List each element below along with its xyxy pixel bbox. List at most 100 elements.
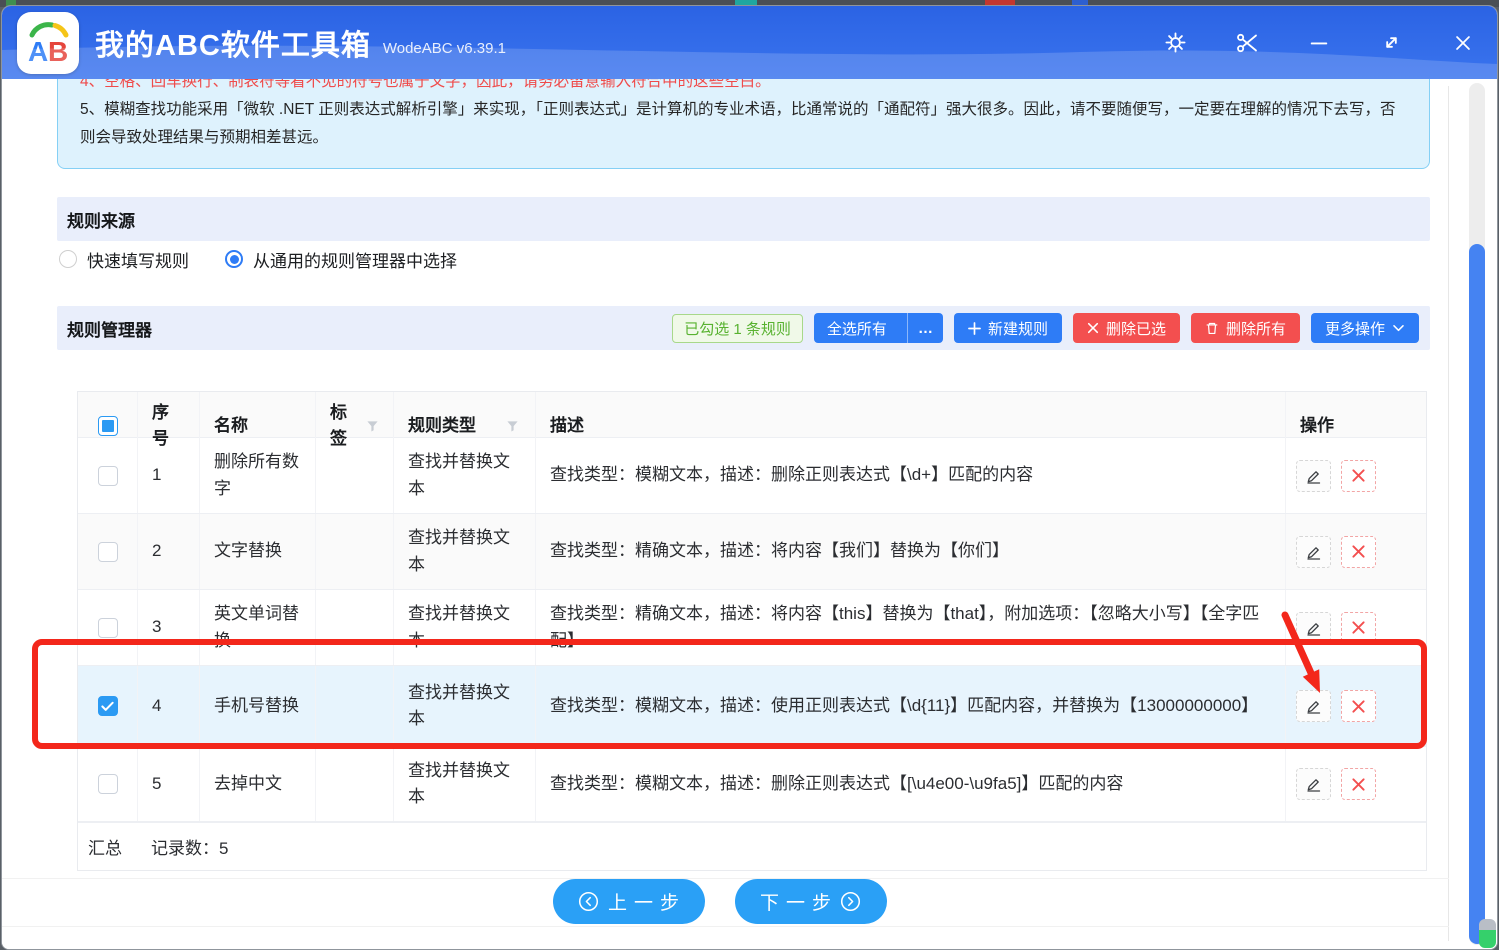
pencil-icon [1305,775,1323,793]
minimize-button[interactable] [1307,31,1331,55]
red-x-icon [1351,620,1366,635]
row-index: 2 [138,514,200,589]
radio-quick-fill-label: 快速填写规则 [87,247,189,272]
table-row[interactable]: 1 删除所有数字 查找并替换文本 查找类型：模糊文本，描述：删除正则表达式【\d… [78,438,1426,514]
row-tag [316,438,394,513]
row-name: 英文单词替换 [200,590,316,665]
row-checkbox[interactable] [98,774,118,794]
row-index: 5 [138,747,200,821]
row-type: 查找并替换文本 [394,514,536,589]
x-icon [1087,322,1099,334]
row-checkbox[interactable] [98,618,118,638]
row-index: 3 [138,590,200,665]
notice-line-5: 5、模糊查找功能采用「微软 .NET 正则表达式解析引擎」来实现，「正则表达式」… [80,96,1407,152]
rule-source-section-header: 规则来源 [57,197,1430,241]
edit-rule-button[interactable] [1296,690,1331,722]
header-type: 规则类型 [408,413,476,439]
row-tag [316,590,394,665]
corner-widget [1479,919,1496,948]
radio-on-icon [225,250,243,268]
logo-letter-b: B [48,36,68,67]
select-all-checkbox[interactable] [98,416,118,436]
screenshot-button[interactable] [1235,31,1259,55]
rule-manager-toolbar: 已勾选 1 条规则 全选所有 … 新建规则 删除已选 [672,306,1419,350]
row-tag [316,747,394,821]
table-row-selected[interactable]: 4 手机号替换 查找并替换文本 查找类型：模糊文本，描述：使用正则表达式【\d{… [78,666,1426,747]
row-type: 查找并替换文本 [394,590,536,665]
edit-rule-button[interactable] [1296,536,1331,568]
row-checkbox[interactable] [98,466,118,486]
next-step-button[interactable]: 下一步 [735,879,887,924]
gear-icon [1164,31,1187,54]
red-x-icon [1351,468,1366,483]
row-tag [316,666,394,746]
radio-from-rule-manager[interactable]: 从通用的规则管理器中选择 [225,247,457,272]
row-checkbox[interactable] [98,542,118,562]
new-rule-button[interactable]: 新建规则 [954,313,1062,343]
row-desc: 查找类型：精确文本，描述：将内容【this】替换为【that】，附加选项：【忽略… [536,590,1286,665]
prev-step-button[interactable]: 上一步 [553,879,705,924]
delete-all-button[interactable]: 删除所有 [1191,313,1300,343]
check-icon [101,701,114,712]
edit-rule-button[interactable] [1296,460,1331,492]
table-row[interactable]: 2 文字替换 查找并替换文本 查找类型：精确文本，描述：将内容【我们】替换为【你… [78,514,1426,590]
more-actions-button[interactable]: 更多操作 [1311,313,1419,343]
row-desc: 查找类型：精确文本，描述：将内容【我们】替换为【你们】 [536,514,1286,589]
vertical-scrollbar-thumb[interactable] [1469,244,1485,944]
tag-filter-icon[interactable] [366,420,379,433]
radio-quick-fill[interactable]: 快速填写规则 [59,247,189,272]
plus-icon [968,322,981,335]
row-name: 删除所有数字 [200,438,316,513]
select-all-more-button[interactable]: … [907,313,943,343]
red-x-icon [1351,699,1366,714]
row-desc: 查找类型：模糊文本，描述：删除正则表达式【[\u4e00-\u9fa5]】匹配的… [536,747,1286,821]
type-filter-icon[interactable] [506,420,519,433]
rule-source-title: 规则来源 [67,207,135,232]
row-desc: 查找类型：模糊文本，描述：删除正则表达式【\d+】匹配的内容 [536,438,1286,513]
app-title: 我的ABC软件工具箱 [95,22,371,64]
app-window: A B 我的ABC软件工具箱 WodeABC v6.39.1 [1,5,1498,950]
notice-line-4: 4、空格、回车换行、制表符等看不见的符号也属于文字，因此，请务必留意输入符合中的… [80,79,1407,96]
app-version: WodeABC v6.39.1 [383,40,506,57]
selected-count-badge: 已勾选 1 条规则 [672,314,803,343]
red-x-icon [1351,544,1366,559]
row-tag [316,514,394,589]
resize-icon [1380,31,1403,54]
scissors-icon [1235,31,1259,55]
wizard-footer: 上一步 下一步 [2,879,1437,924]
rules-table: 序号 名称 标签 规则类型 描述 操作 [77,391,1427,871]
delete-rule-button[interactable] [1341,536,1376,568]
pencil-icon [1305,467,1323,485]
delete-rule-button[interactable] [1341,690,1376,722]
row-type: 查找并替换文本 [394,438,536,513]
rule-manager-title: 规则管理器 [67,316,152,341]
close-button[interactable] [1451,31,1475,55]
radio-off-icon [59,250,77,268]
titlebar[interactable]: A B 我的ABC软件工具箱 WodeABC v6.39.1 [2,6,1497,79]
logo-letter-a: A [28,36,48,67]
table-row[interactable]: 3 英文单词替换 查找并替换文本 查找类型：精确文本，描述：将内容【this】替… [78,590,1426,666]
delete-rule-button[interactable] [1341,612,1376,644]
delete-selected-button[interactable]: 删除已选 [1073,313,1180,343]
rule-source-options: 快速填写规则 从通用的规则管理器中选择 [59,246,457,272]
circle-right-icon [840,891,861,912]
select-all-button[interactable]: 全选所有 … [814,313,943,343]
edit-rule-button[interactable] [1296,768,1331,800]
delete-rule-button[interactable] [1341,768,1376,800]
summary-row: 汇总 记录数：5 [78,822,1426,870]
table-row[interactable]: 5 去掉中文 查找并替换文本 查找类型：模糊文本，描述：删除正则表达式【[\u4… [78,747,1426,822]
pencil-icon [1305,619,1323,637]
delete-rule-button[interactable] [1341,460,1376,492]
edit-rule-button[interactable] [1296,612,1331,644]
maximize-button[interactable] [1379,31,1403,55]
settings-button[interactable] [1163,31,1187,55]
table-header-row: 序号 名称 标签 规则类型 描述 操作 [78,392,1426,438]
row-index: 4 [138,666,200,746]
row-type: 查找并替换文本 [394,666,536,746]
row-name: 文字替换 [200,514,316,589]
row-checkbox-checked[interactable] [98,696,118,716]
red-x-icon [1351,777,1366,792]
notice-box: 4、空格、回车换行、制表符等看不见的符号也属于文字，因此，请务必留意输入符合中的… [57,79,1430,169]
row-name: 去掉中文 [200,747,316,821]
page-content: 4、空格、回车换行、制表符等看不见的符号也属于文字，因此，请务必留意输入符合中的… [2,79,1497,949]
